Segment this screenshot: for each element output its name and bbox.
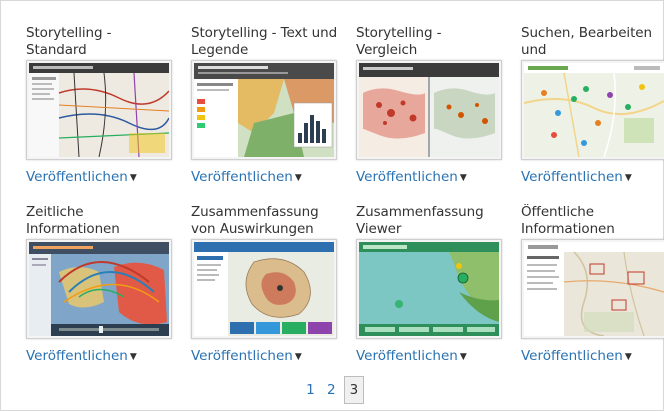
gallery-item-title: Zusammenfassung Viewer	[356, 204, 484, 237]
publish-menu-button[interactable]: Veröffentlichen ▼	[191, 348, 302, 364]
gallery-item-thumbnail[interactable]	[191, 60, 337, 160]
gallery-item-storytelling-text-legend: Storytelling - Text und Legende Veröffen…	[191, 25, 341, 185]
publish-menu-button[interactable]: Veröffentlichen ▼	[521, 348, 632, 364]
caret-down-icon: ▼	[459, 352, 467, 362]
publish-label: Veröffentlichen	[356, 348, 458, 364]
gallery-item-thumbnail[interactable]	[521, 60, 664, 160]
gallery-item-impact-summary: Zusammenfassung von Auswirkungen Veröffe…	[191, 204, 341, 364]
gallery-item-thumbnail[interactable]	[191, 239, 337, 339]
template-gallery: Storytelling - Standard Veröffentlichen …	[0, 0, 664, 411]
publish-label: Veröffentlichen	[26, 348, 128, 364]
pagination: 1 2 3	[1, 376, 664, 404]
publish-menu-button[interactable]: Veröffentlichen ▼	[26, 169, 137, 185]
gallery-item-thumbnail[interactable]	[356, 239, 502, 339]
gallery-item-public-information: Öffentliche Informationen Veröffentliche…	[521, 204, 664, 364]
gallery-item-thumbnail[interactable]	[521, 239, 664, 339]
gallery-item-title: Suchen, Bearbeiten und	[521, 25, 652, 58]
gallery-item-title: Storytelling - Vergleich	[356, 25, 442, 58]
caret-down-icon: ▼	[459, 173, 467, 183]
publish-label: Veröffentlichen	[356, 169, 458, 185]
thumbnail-map-image	[359, 242, 499, 336]
publish-label: Veröffentlichen	[521, 348, 623, 364]
page-link-2[interactable]: 2	[323, 382, 340, 398]
thumbnail-map-image	[524, 63, 664, 157]
publish-menu-button[interactable]: Veröffentlichen ▼	[356, 169, 467, 185]
publish-label: Veröffentlichen	[26, 169, 128, 185]
gallery-item-storytelling-standard: Storytelling - Standard Veröffentlichen …	[26, 25, 176, 185]
publish-label: Veröffentlichen	[191, 348, 293, 364]
gallery-item-summary-viewer: Zusammenfassung Viewer Veröffentlichen ▼	[356, 204, 506, 364]
thumbnail-map-image	[194, 242, 334, 336]
gallery-item-thumbnail[interactable]	[356, 60, 502, 160]
gallery-item-thumbnail[interactable]	[26, 239, 172, 339]
publish-menu-button[interactable]: Veröffentlichen ▼	[26, 348, 137, 364]
thumbnail-map-image	[359, 63, 499, 157]
gallery-item-title: Zeitliche Informationen	[26, 204, 120, 237]
gallery-item-title: Storytelling - Standard	[26, 25, 112, 58]
publish-menu-button[interactable]: Veröffentlichen ▼	[356, 348, 467, 364]
thumbnail-map-image	[29, 63, 169, 157]
caret-down-icon: ▼	[129, 173, 137, 183]
gallery-item-storytelling-compare: Storytelling - Vergleich Veröffentlichen…	[356, 25, 506, 185]
publish-menu-button[interactable]: Veröffentlichen ▼	[191, 169, 302, 185]
gallery-item-title: Storytelling - Text und Legende	[191, 25, 338, 58]
publish-menu-button[interactable]: Veröffentlichen ▼	[521, 169, 632, 185]
gallery-item-search-edit: Suchen, Bearbeiten und Veröffentlichen ▼	[521, 25, 664, 185]
gallery-item-title: Öffentliche Informationen	[521, 204, 615, 237]
publish-label: Veröffentlichen	[191, 169, 293, 185]
caret-down-icon: ▼	[624, 352, 632, 362]
caret-down-icon: ▼	[129, 352, 137, 362]
thumbnail-map-image	[524, 242, 664, 336]
caret-down-icon: ▼	[294, 173, 302, 183]
caret-down-icon: ▼	[624, 173, 632, 183]
gallery-item-time-aware: Zeitliche Informationen Veröffentlichen …	[26, 204, 176, 364]
gallery-item-thumbnail[interactable]	[26, 60, 172, 160]
thumbnail-map-image	[29, 242, 169, 336]
page-link-1[interactable]: 1	[302, 382, 319, 398]
publish-label: Veröffentlichen	[521, 169, 623, 185]
gallery-item-title: Zusammenfassung von Auswirkungen	[191, 204, 319, 237]
caret-down-icon: ▼	[294, 352, 302, 362]
page-current-3[interactable]: 3	[343, 376, 364, 404]
thumbnail-map-image	[194, 63, 334, 157]
